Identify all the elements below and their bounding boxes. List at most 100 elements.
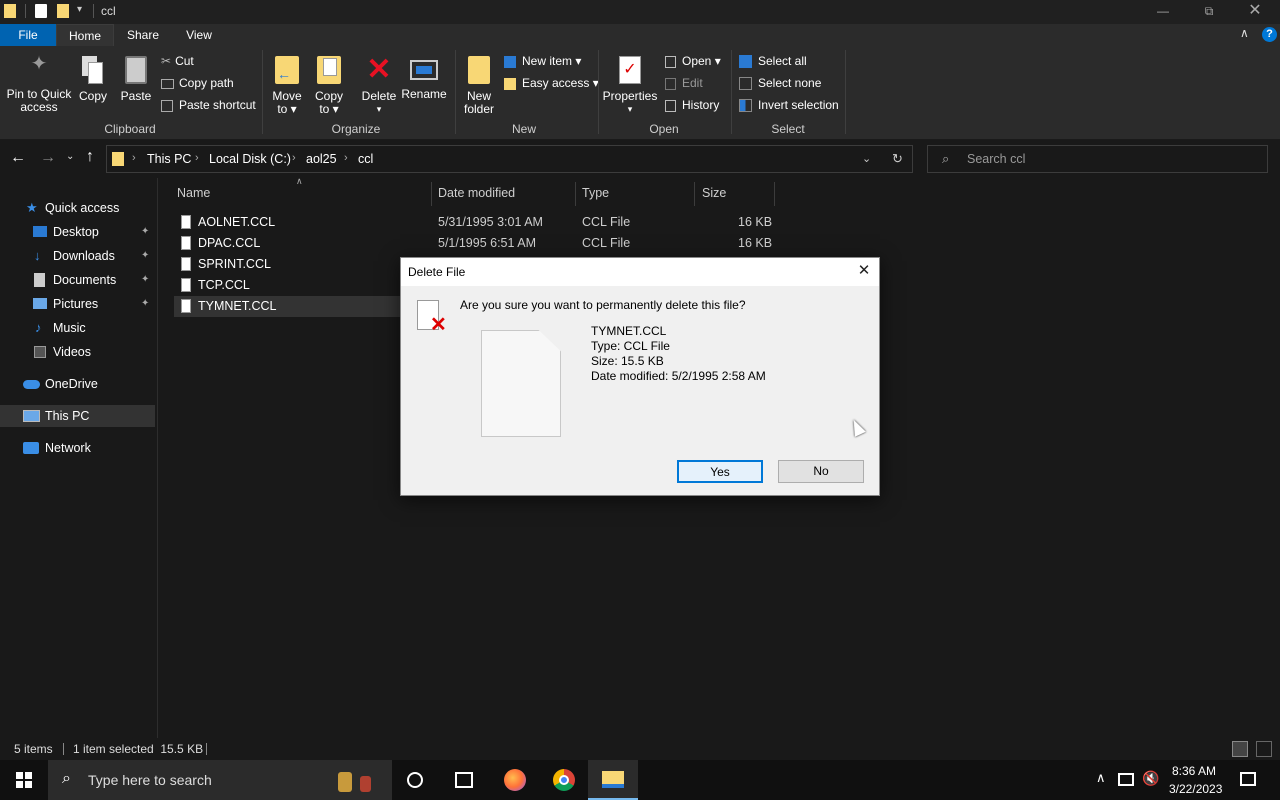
- download-arrow-icon: ↓: [34, 248, 41, 263]
- copy-folder-icon: [317, 56, 341, 84]
- address-history-dropdown-icon[interactable]: ⌄: [862, 152, 871, 165]
- dialog-close-button[interactable]: ✕: [851, 261, 877, 283]
- firefox-icon[interactable]: [504, 769, 526, 791]
- sidebar-item-pictures[interactable]: Pictures ✦: [0, 293, 155, 315]
- copy-path-button[interactable]: Copy path: [161, 75, 234, 91]
- file-explorer-taskbar-button[interactable]: [588, 760, 638, 800]
- column-header-name[interactable]: Name: [177, 186, 210, 202]
- address-field[interactable]: › This PC › Local Disk (C:) › aol25 › cc…: [106, 145, 913, 173]
- network-status-icon[interactable]: [1118, 773, 1134, 786]
- search-box[interactable]: ⌕ Search ccl: [927, 145, 1268, 173]
- delete-button[interactable]: ✕ Delete ▾: [358, 54, 400, 116]
- back-arrow-icon[interactable]: ←: [10, 149, 26, 167]
- copy-label: Copy: [78, 89, 107, 103]
- copy-button[interactable]: Copy: [74, 54, 112, 103]
- refresh-icon[interactable]: ↻: [892, 151, 903, 167]
- help-icon[interactable]: ?: [1262, 27, 1277, 42]
- sidebar-item-network[interactable]: Network: [0, 437, 155, 459]
- properties-qa-icon[interactable]: [35, 4, 47, 18]
- file-name: AOLNET.CCL: [198, 215, 276, 229]
- sidebar-item-downloads[interactable]: ↓ Downloads ✦: [0, 245, 155, 267]
- properties-button[interactable]: ✓ Properties ▾: [602, 54, 658, 116]
- open-label: Open: [682, 54, 712, 68]
- copy-to-button[interactable]: Copy to ▾: [310, 54, 348, 116]
- sidebar-item-this-pc[interactable]: This PC: [0, 405, 155, 427]
- volume-muted-icon[interactable]: 🔇: [1142, 770, 1159, 787]
- sidebar-item-desktop[interactable]: Desktop ✦: [0, 221, 155, 243]
- select-none-button[interactable]: Select none: [739, 75, 821, 91]
- paste-shortcut-icon: [161, 99, 173, 112]
- move-to-button[interactable]: ← Move to ▾: [268, 54, 306, 116]
- select-all-button[interactable]: Select all: [739, 53, 807, 69]
- delete-x-icon: ✕: [366, 53, 392, 86]
- breadcrumb-ccl[interactable]: ccl: [358, 152, 373, 166]
- taskbar-search-box[interactable]: ⌕ Type here to search: [48, 760, 392, 800]
- forward-arrow-icon[interactable]: →: [40, 149, 56, 167]
- search-icon: ⌕: [942, 151, 950, 166]
- new-folder-qa-icon[interactable]: [57, 4, 69, 18]
- tab-share[interactable]: Share: [114, 24, 172, 46]
- history-button[interactable]: History: [665, 97, 719, 113]
- collapse-ribbon-icon[interactable]: ∧: [1240, 26, 1249, 40]
- sidebar-item-documents[interactable]: Documents ✦: [0, 269, 155, 291]
- show-hidden-icons-icon[interactable]: ∧: [1096, 770, 1106, 786]
- large-icons-view-icon[interactable]: [1256, 741, 1272, 757]
- cloud-icon: [23, 380, 40, 389]
- tab-file[interactable]: File: [0, 24, 56, 46]
- sidebar-item-quick-access[interactable]: ★ Quick access: [0, 197, 155, 219]
- copy-path-icon: [161, 78, 174, 89]
- new-item-button[interactable]: New item ▾: [504, 53, 581, 69]
- new-folder-button[interactable]: New folder: [458, 54, 500, 116]
- easy-access-button[interactable]: Easy access ▾: [504, 75, 599, 91]
- cortana-icon[interactable]: [407, 772, 423, 788]
- breadcrumb-aol25[interactable]: aol25: [306, 152, 337, 166]
- restore-button[interactable]: ⧉: [1186, 0, 1232, 24]
- yes-button[interactable]: Yes: [677, 460, 763, 483]
- clock-time[interactable]: 8:36 AM: [1172, 764, 1216, 778]
- notifications-icon[interactable]: [1240, 772, 1256, 786]
- navigation-pane: ★ Quick access Desktop ✦ ↓ Downloads ✦ D…: [0, 178, 158, 738]
- file-row[interactable]: AOLNET.CCL 5/31/1995 3:01 AM CCL File 16…: [174, 212, 774, 233]
- tab-view[interactable]: View: [172, 24, 226, 46]
- breadcrumb-this-pc[interactable]: This PC: [147, 152, 191, 166]
- customize-qa-dropdown-icon[interactable]: ▾: [77, 4, 82, 15]
- desktop-icon: [33, 226, 47, 237]
- sidebar-label: This PC: [45, 409, 90, 423]
- recent-locations-icon[interactable]: ⌄: [66, 151, 74, 162]
- sidebar-item-videos[interactable]: Videos: [0, 341, 155, 363]
- file-row-selected[interactable]: TYMNET.CCL: [174, 296, 400, 317]
- breadcrumb-local-disk[interactable]: Local Disk (C:): [209, 152, 291, 166]
- sidebar-item-music[interactable]: ♪ Music: [0, 317, 155, 339]
- up-arrow-icon[interactable]: ↑: [86, 148, 94, 166]
- tab-home[interactable]: Home: [56, 24, 114, 46]
- cut-button[interactable]: ✂ Cut: [161, 53, 194, 69]
- open-button[interactable]: Open ▾: [665, 53, 721, 69]
- start-button[interactable]: [0, 760, 48, 800]
- select-all-icon: [739, 55, 752, 69]
- dialog-file-name: TYMNET.CCL: [591, 324, 667, 338]
- file-row[interactable]: DPAC.CCL 5/1/1995 6:51 AM CCL File 16 KB: [174, 233, 774, 254]
- sidebar-item-onedrive[interactable]: OneDrive: [0, 373, 155, 395]
- paste-button[interactable]: Paste: [116, 54, 156, 103]
- task-view-icon[interactable]: [455, 772, 473, 788]
- column-header-type[interactable]: Type: [582, 186, 609, 202]
- paste-shortcut-button[interactable]: Paste shortcut: [161, 97, 256, 113]
- move-label-2: to ▾: [277, 102, 297, 116]
- minimize-button[interactable]: —: [1140, 0, 1186, 24]
- clock-date[interactable]: 3/22/2023: [1169, 782, 1222, 796]
- no-button[interactable]: No: [778, 460, 864, 483]
- close-window-button[interactable]: ✕: [1232, 0, 1278, 24]
- paste-label: Paste: [120, 89, 152, 103]
- new-group-label: New: [511, 122, 536, 136]
- column-header-size[interactable]: Size: [702, 186, 726, 202]
- invert-selection-button[interactable]: Invert selection: [739, 97, 839, 113]
- delete-warning-icon: ✕: [417, 300, 451, 336]
- column-header-date[interactable]: Date modified: [438, 186, 515, 202]
- chrome-icon[interactable]: [553, 769, 575, 791]
- rename-button[interactable]: Rename: [400, 54, 448, 101]
- details-view-icon[interactable]: [1232, 741, 1248, 757]
- taskbar: ⌕ Type here to search ∧ 🔇 8:36 AM 3/22/2…: [0, 760, 1280, 800]
- pin-to-quick-access-button[interactable]: ✦ Pin to Quick access: [4, 54, 74, 114]
- rename-icon: [410, 60, 438, 80]
- properties-label: Properties: [602, 89, 658, 103]
